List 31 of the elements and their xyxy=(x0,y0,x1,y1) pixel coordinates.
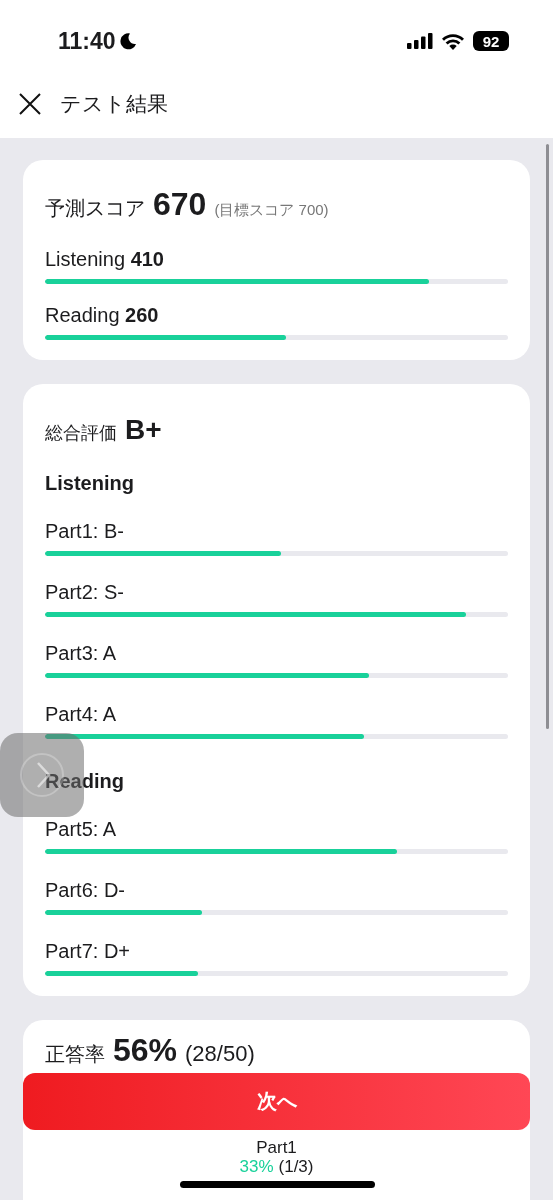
close-button[interactable] xyxy=(18,92,42,116)
part-grade: Part4: A xyxy=(45,703,118,726)
section-heading: Listening xyxy=(45,472,135,495)
part-percent: 33% xyxy=(239,1157,274,1176)
part-count: (1/3) xyxy=(278,1157,314,1176)
accuracy-count: (28/50) xyxy=(185,1041,255,1067)
accuracy-label: 正答率 xyxy=(45,1042,105,1067)
accuracy-percent: 56% xyxy=(113,1032,178,1069)
section-score: Listening 410 xyxy=(45,248,165,271)
clock-time: 11:40 xyxy=(58,27,116,55)
target-score: (目標スコア 700) xyxy=(214,201,329,220)
section-score: Reading 260 xyxy=(45,304,160,327)
part-grade: Part1: B- xyxy=(45,520,125,543)
section-heading: Reading xyxy=(45,770,125,793)
wifi-icon xyxy=(441,32,465,50)
evaluation-label: 総合評価 xyxy=(45,422,117,445)
battery-percent: 92 xyxy=(482,32,500,50)
part-grade: Part5: A xyxy=(45,818,118,841)
part-name: Part1 xyxy=(256,1138,297,1157)
overall-grade: B+ xyxy=(125,414,162,446)
part-grade: Part2: S- xyxy=(45,581,125,604)
predicted-score: 670 xyxy=(153,186,207,223)
close-icon xyxy=(18,92,42,116)
score-label: 予測スコア xyxy=(45,196,145,221)
next-button[interactable]: 次へ xyxy=(23,1073,530,1130)
part-grade: Part6: D- xyxy=(45,879,127,902)
moon-icon xyxy=(118,32,137,50)
part-grade: Part7: D+ xyxy=(45,940,132,963)
page-title: テスト結果 xyxy=(60,91,168,117)
signal-icon xyxy=(407,33,433,49)
part-grade: Part3: A xyxy=(45,642,118,665)
